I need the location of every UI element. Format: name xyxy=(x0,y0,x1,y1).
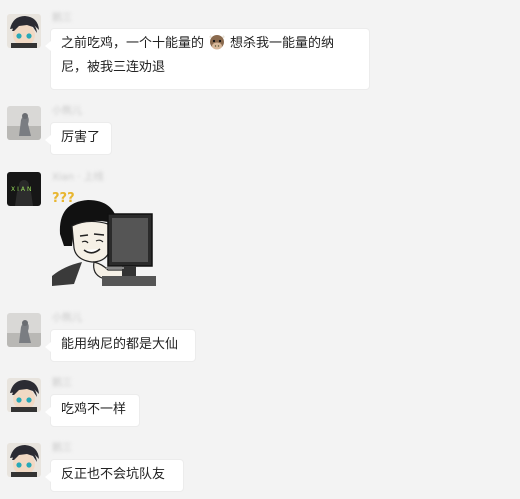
message-bubble[interactable]: 能用纳尼的都是大仙 xyxy=(45,329,196,362)
peeking-meme-sticker-icon[interactable]: ??? xyxy=(52,188,156,286)
sender-name: 鹅三 xyxy=(52,13,72,24)
sender-name: 小熊儿 xyxy=(52,106,82,117)
message-bubble[interactable]: 吃鸡不一样 xyxy=(45,394,140,427)
sender-name: 小熊儿 xyxy=(52,313,82,324)
avatar[interactable] xyxy=(7,378,41,412)
message-text: 之前吃鸡，一个十能量的 xyxy=(61,36,205,51)
message-text: 反正也不会坑队友 xyxy=(61,467,166,482)
message-text: 尼，被我三连劝退 xyxy=(61,60,166,75)
avatar[interactable]: XIAN xyxy=(7,172,41,206)
message-text: 厉害了 xyxy=(61,130,101,145)
message-bubble[interactable]: 厉害了 xyxy=(45,122,112,155)
message-text: 想杀我一能量的纳 xyxy=(230,36,335,51)
sender-name: 鹅三 xyxy=(52,443,72,454)
sender-name: 鹅三 xyxy=(52,378,72,389)
message-bubble[interactable]: 之前吃鸡，一个十能量的 想杀我一能量的纳 尼，被我三连劝退 xyxy=(45,28,370,90)
sender-name: Xian · 上线 xyxy=(52,172,104,183)
avatar[interactable] xyxy=(7,313,41,347)
cow-emoji-icon xyxy=(207,33,227,51)
avatar[interactable] xyxy=(7,443,41,477)
svg-text:XIAN: XIAN xyxy=(11,186,33,193)
sticker-text: ??? xyxy=(52,191,75,206)
avatar[interactable] xyxy=(7,14,41,48)
message-bubble[interactable]: 反正也不会坑队友 xyxy=(45,459,184,492)
message-text: 吃鸡不一样 xyxy=(61,402,127,417)
message-text: 能用纳尼的都是大仙 xyxy=(61,337,179,352)
avatar[interactable] xyxy=(7,106,41,140)
